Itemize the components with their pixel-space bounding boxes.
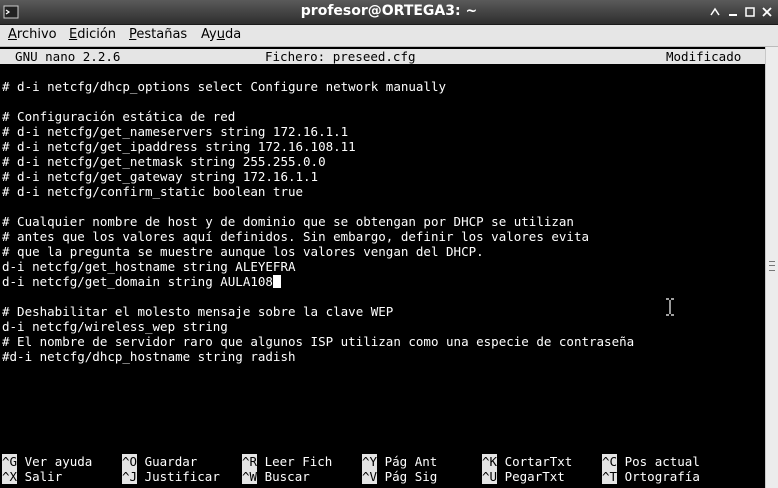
shortcut-cortar-txt[interactable]: ^K CortarTxt — [482, 454, 572, 469]
window-titlebar[interactable]: profesor@ORTEGA3: ~ — [0, 0, 778, 25]
shortcut-ver-ayuda[interactable]: ^G Ver ayuda — [2, 454, 92, 469]
text-line[interactable]: d-i netcfg/get_hostname string ALEYEFRA — [2, 259, 296, 274]
terminal-area[interactable]: GNU nano 2.2.6 Fichero: preseed.cfg Modi… — [0, 47, 765, 488]
text-line[interactable]: # que la pregunta se muestre aunque los … — [2, 244, 484, 259]
scrollbar[interactable] — [765, 47, 778, 488]
menu-ayuda[interactable]: Ayuda — [201, 27, 241, 42]
shortcut-pos-actual[interactable]: ^C Pos actual — [602, 454, 700, 469]
text-line[interactable]: #d-i netcfg/dhcp_hostname string radish — [2, 349, 296, 364]
shortcut-pegar-txt[interactable]: ^U PegarTxt — [482, 469, 565, 484]
text-line[interactable]: # Deshabilitar el molesto mensaje sobre … — [2, 304, 393, 319]
shortcut-salir[interactable]: ^X Salir — [2, 469, 62, 484]
text-line[interactable]: # Cualquier nombre de host y de dominio … — [2, 214, 574, 229]
minimize-icon[interactable] — [725, 4, 741, 20]
maximize-icon[interactable] — [742, 4, 758, 20]
text-line[interactable]: d-i netcfg/get_domain string AULA108 — [2, 274, 273, 289]
shortcut-pag-ant[interactable]: ^Y Pág Ant — [362, 454, 437, 469]
text-line[interactable]: # El nombre de servidor raro que algunos… — [2, 334, 634, 349]
nano-filename: Fichero: preseed.cfg — [265, 49, 416, 64]
nano-version: GNU nano 2.2.6 — [0, 49, 121, 64]
restore-icon[interactable] — [707, 4, 723, 20]
menu-edicion[interactable]: Edición — [69, 27, 116, 42]
shortcut-buscar[interactable]: ^W Buscar — [242, 469, 310, 484]
nano-status: Modificado — [666, 49, 742, 64]
shortcut-pag-sig[interactable]: ^V Pág Sig — [362, 469, 437, 484]
shortcut-leer-fich[interactable]: ^R Leer Fich — [242, 454, 332, 469]
text-line[interactable]: # d-i netcfg/get_ipaddress string 172.16… — [2, 139, 356, 154]
text-line[interactable]: # d-i netcfg/confirm_static boolean true — [2, 184, 303, 199]
text-line[interactable]: # d-i netcfg/get_nameservers string 172.… — [2, 124, 348, 139]
menu-pestanas[interactable]: Pestañas — [129, 27, 187, 42]
scrollbar-grip[interactable] — [769, 261, 775, 271]
text-line[interactable]: d-i netcfg/wireless_wep string — [2, 319, 228, 334]
ibeam-cursor-icon — [666, 298, 674, 316]
shortcut-guardar[interactable]: ^O Guardar — [122, 454, 197, 469]
text-line[interactable]: # antes que los valores aquí definidos. … — [2, 229, 589, 244]
menu-bar: Archivo Edición Pestañas Ayuda — [0, 25, 778, 47]
shortcut-justificar[interactable]: ^J Justificar — [122, 469, 220, 484]
text-line[interactable]: # d-i netcfg/get_gateway string 172.16.1… — [2, 169, 318, 184]
text-line[interactable]: # d-i netcfg/get_netmask string 255.255.… — [2, 154, 326, 169]
text-cursor — [272, 275, 281, 288]
text-line-with-cursor[interactable]: d-i netcfg/get_domain string AULA108 — [2, 274, 281, 289]
window-title: profesor@ORTEGA3: ~ — [300, 3, 478, 19]
shortcut-ortografia[interactable]: ^T Ortografía — [602, 469, 700, 484]
nano-header-bar: GNU nano 2.2.6 Fichero: preseed.cfg Modi… — [0, 49, 765, 64]
menu-archivo[interactable]: Archivo — [8, 27, 57, 42]
text-line[interactable]: # d-i netcfg/dhcp_options select Configu… — [2, 79, 446, 94]
close-icon[interactable] — [759, 4, 775, 20]
text-line[interactable]: # Configuración estática de red — [2, 109, 235, 124]
